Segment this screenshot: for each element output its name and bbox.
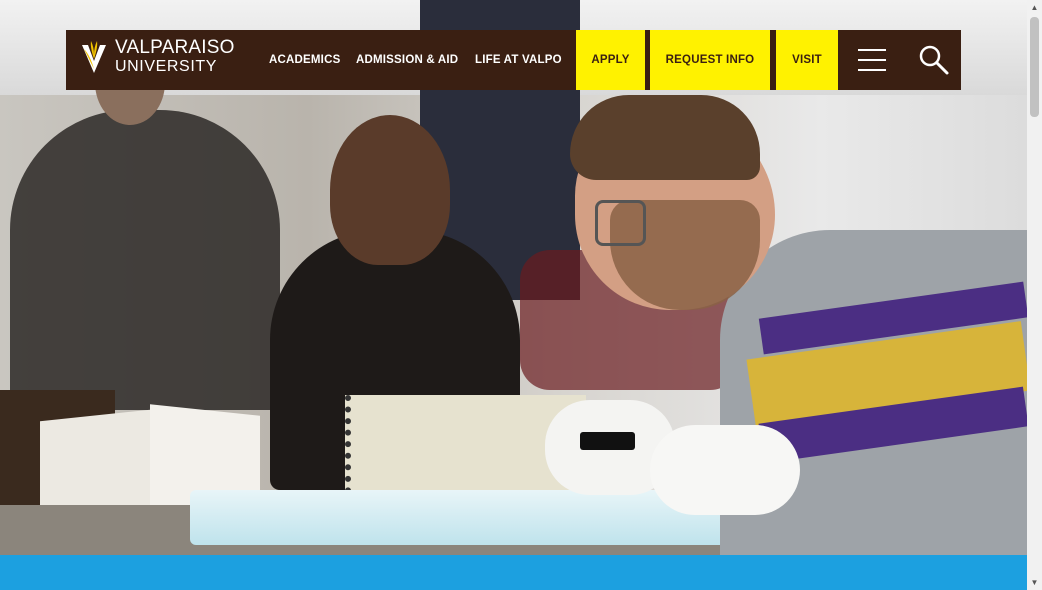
hero-background-person — [10, 110, 280, 410]
apply-button[interactable]: APPLY — [576, 30, 645, 90]
site-logo[interactable]: VALPARAISO UNIVERSITY — [80, 38, 235, 75]
arrow-up-icon[interactable]: ▲ — [1027, 0, 1042, 15]
search-icon[interactable] — [918, 44, 950, 76]
request-info-button[interactable]: REQUEST INFO — [650, 30, 770, 90]
page-scrollbar[interactable]: ▲ ▼ — [1027, 0, 1042, 590]
nav-life-at-valpo[interactable]: LIFE AT VALPO — [475, 30, 562, 90]
blue-content-band — [0, 555, 1027, 590]
scrollbar-thumb[interactable] — [1030, 17, 1039, 117]
nav-academics[interactable]: ACADEMICS — [269, 30, 340, 90]
torch-shield-icon — [82, 40, 106, 73]
site-header: VALPARAISO UNIVERSITY ACADEMICS ADMISSIO… — [66, 30, 961, 90]
visit-button[interactable]: VISIT — [776, 30, 838, 90]
hero-student-glasses — [595, 200, 646, 246]
logo-line-1: VALPARAISO — [115, 37, 235, 58]
nav-admission-aid[interactable]: ADMISSION & AID — [356, 30, 458, 90]
menu-bar — [858, 49, 886, 51]
hero-background-person-hair — [330, 115, 450, 265]
logo-line-2: UNIVERSITY — [115, 58, 218, 75]
arrow-down-icon[interactable]: ▼ — [1027, 575, 1042, 590]
logo-wordmark: VALPARAISO UNIVERSITY — [115, 38, 235, 75]
hero-white-glove — [650, 425, 800, 515]
hero-loupe — [580, 432, 635, 450]
menu-bar — [858, 69, 886, 71]
hamburger-menu-icon[interactable] — [858, 49, 886, 71]
menu-bar — [858, 59, 886, 61]
hero-student-hair — [570, 95, 760, 180]
